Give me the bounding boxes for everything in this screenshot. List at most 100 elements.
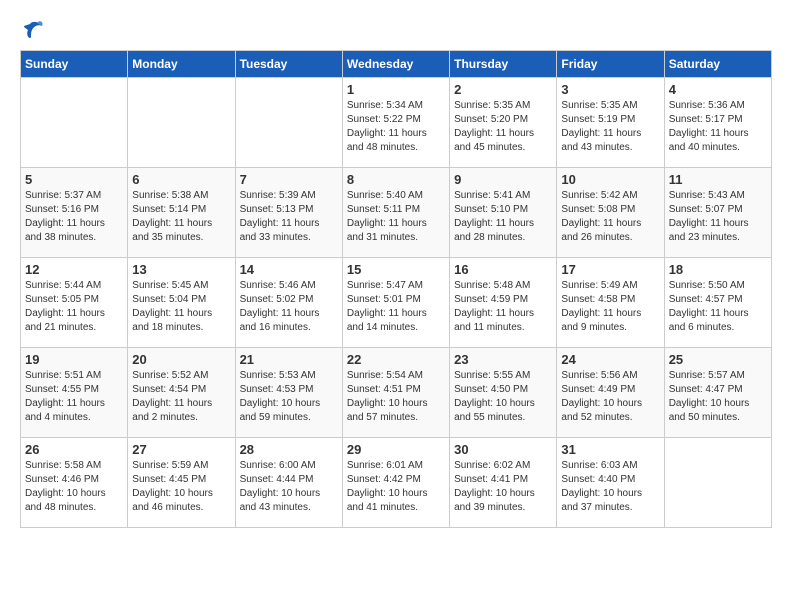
day-number: 2: [454, 82, 552, 97]
calendar-week-4: 19 Sunrise: 5:51 AM Sunset: 4:55 PM Dayli…: [21, 348, 772, 438]
calendar-cell: 20Sunrise: 5:52 AM Sunset: 4:54 PM Dayli…: [128, 348, 235, 438]
day-info: Sunrise: 5:34 AM Sunset: 5:22 PM Dayligh…: [347, 99, 445, 155]
calendar-cell: 31 Sunrise: 6:03 AM Sunset: 4:40 PM Dayli…: [557, 438, 664, 528]
day-number: 29: [347, 442, 445, 457]
day-number: 26: [25, 442, 123, 457]
calendar-cell: 12 Sunrise: 5:44 AM Sunset: 5:05 PM Dayli…: [21, 258, 128, 348]
day-info: Sunrise: 5:36 AM Sunset: 5:17 PM Dayligh…: [669, 99, 767, 155]
day-info: Sunrise: 5:47 AM Sunset: 5:01 PM Dayligh…: [347, 279, 445, 335]
day-number: 4: [669, 82, 767, 97]
calendar-cell: [21, 78, 128, 168]
day-info: Sunrise: 5:52 AM Sunset: 4:54 PM Dayligh…: [132, 369, 230, 425]
calendar-cell: 6 Sunrise: 5:38 AM Sunset: 5:14 PM Daylig…: [128, 168, 235, 258]
calendar-cell: 11 Sunrise: 5:43 AM Sunset: 5:07 PM Dayli…: [664, 168, 771, 258]
calendar-week-1: 1 Sunrise: 5:34 AM Sunset: 5:22 PM Daylig…: [21, 78, 772, 168]
day-info: Sunrise: 5:56 AM Sunset: 4:49 PM Dayligh…: [561, 369, 659, 425]
calendar-cell: 5Sunrise: 5:37 AM Sunset: 5:16 PM Daylig…: [21, 168, 128, 258]
day-info: Sunrise: 5:54 AM Sunset: 4:51 PM Dayligh…: [347, 369, 445, 425]
day-number: 27: [132, 442, 230, 457]
day-info: Sunrise: 5:58 AM Sunset: 4:46 PM Dayligh…: [25, 459, 123, 515]
day-info: Sunrise: 5:35 AM Sunset: 5:19 PM Dayligh…: [561, 99, 659, 155]
calendar-cell: 1 Sunrise: 5:34 AM Sunset: 5:22 PM Daylig…: [342, 78, 449, 168]
calendar-cell: 10 Sunrise: 5:42 AM Sunset: 5:08 PM Dayli…: [557, 168, 664, 258]
day-number: 18: [669, 262, 767, 277]
calendar-cell: 27Sunrise: 5:59 AM Sunset: 4:45 PM Dayli…: [128, 438, 235, 528]
day-info: Sunrise: 5:45 AM Sunset: 5:04 PM Dayligh…: [132, 279, 230, 335]
day-number: 8: [347, 172, 445, 187]
calendar-cell: 28 Sunrise: 6:00 AM Sunset: 4:44 PM Dayli…: [235, 438, 342, 528]
calendar-cell: 9Sunrise: 5:41 AM Sunset: 5:10 PM Daylig…: [450, 168, 557, 258]
day-number: 15: [347, 262, 445, 277]
day-number: 22: [347, 352, 445, 367]
day-info: Sunrise: 6:01 AM Sunset: 4:42 PM Dayligh…: [347, 459, 445, 515]
calendar-week-3: 12 Sunrise: 5:44 AM Sunset: 5:05 PM Dayli…: [21, 258, 772, 348]
calendar-cell: 16 Sunrise: 5:48 AM Sunset: 4:59 PM Dayli…: [450, 258, 557, 348]
day-number: 6: [132, 172, 230, 187]
day-number: 28: [240, 442, 338, 457]
calendar-cell: 26 Sunrise: 5:58 AM Sunset: 4:46 PM Dayli…: [21, 438, 128, 528]
calendar-week-5: 26 Sunrise: 5:58 AM Sunset: 4:46 PM Dayli…: [21, 438, 772, 528]
calendar-cell: 4 Sunrise: 5:36 AM Sunset: 5:17 PM Daylig…: [664, 78, 771, 168]
calendar-cell: 15 Sunrise: 5:47 AM Sunset: 5:01 PM Dayli…: [342, 258, 449, 348]
day-number: 24: [561, 352, 659, 367]
day-info: Sunrise: 5:57 AM Sunset: 4:47 PM Dayligh…: [669, 369, 767, 425]
day-info: Sunrise: 5:38 AM Sunset: 5:14 PM Dayligh…: [132, 189, 230, 245]
day-number: 1: [347, 82, 445, 97]
calendar-cell: [235, 78, 342, 168]
day-number: 11: [669, 172, 767, 187]
calendar-cell: 2 Sunrise: 5:35 AM Sunset: 5:20 PM Daylig…: [450, 78, 557, 168]
day-info: Sunrise: 5:53 AM Sunset: 4:53 PM Dayligh…: [240, 369, 338, 425]
day-number: 7: [240, 172, 338, 187]
day-number: 23: [454, 352, 552, 367]
day-number: 19: [25, 352, 123, 367]
calendar-cell: 18 Sunrise: 5:50 AM Sunset: 4:57 PM Dayli…: [664, 258, 771, 348]
calendar-cell: 29 Sunrise: 6:01 AM Sunset: 4:42 PM Dayli…: [342, 438, 449, 528]
logo-bird-icon: [22, 20, 44, 40]
weekday-header-thursday: Thursday: [450, 51, 557, 78]
day-number: 14: [240, 262, 338, 277]
calendar-cell: [664, 438, 771, 528]
calendar-cell: 13 Sunrise: 5:45 AM Sunset: 5:04 PM Dayli…: [128, 258, 235, 348]
day-number: 16: [454, 262, 552, 277]
calendar-cell: 17Sunrise: 5:49 AM Sunset: 4:58 PM Dayli…: [557, 258, 664, 348]
day-info: Sunrise: 5:42 AM Sunset: 5:08 PM Dayligh…: [561, 189, 659, 245]
day-number: 12: [25, 262, 123, 277]
day-info: Sunrise: 5:35 AM Sunset: 5:20 PM Dayligh…: [454, 99, 552, 155]
day-info: Sunrise: 5:43 AM Sunset: 5:07 PM Dayligh…: [669, 189, 767, 245]
day-info: Sunrise: 5:46 AM Sunset: 5:02 PM Dayligh…: [240, 279, 338, 335]
weekday-header-sunday: Sunday: [21, 51, 128, 78]
day-info: Sunrise: 5:44 AM Sunset: 5:05 PM Dayligh…: [25, 279, 123, 335]
calendar-cell: 3 Sunrise: 5:35 AM Sunset: 5:19 PM Daylig…: [557, 78, 664, 168]
weekday-header-monday: Monday: [128, 51, 235, 78]
day-info: Sunrise: 5:55 AM Sunset: 4:50 PM Dayligh…: [454, 369, 552, 425]
day-number: 30: [454, 442, 552, 457]
day-number: 10: [561, 172, 659, 187]
calendar-cell: 22 Sunrise: 5:54 AM Sunset: 4:51 PM Dayli…: [342, 348, 449, 438]
day-info: Sunrise: 5:48 AM Sunset: 4:59 PM Dayligh…: [454, 279, 552, 335]
day-info: Sunrise: 6:00 AM Sunset: 4:44 PM Dayligh…: [240, 459, 338, 515]
day-number: 31: [561, 442, 659, 457]
day-info: Sunrise: 5:50 AM Sunset: 4:57 PM Dayligh…: [669, 279, 767, 335]
day-number: 25: [669, 352, 767, 367]
weekday-header-tuesday: Tuesday: [235, 51, 342, 78]
day-info: Sunrise: 5:51 AM Sunset: 4:55 PM Dayligh…: [25, 369, 123, 425]
day-number: 17: [561, 262, 659, 277]
calendar-cell: 24 Sunrise: 5:56 AM Sunset: 4:49 PM Dayli…: [557, 348, 664, 438]
calendar-cell: 19 Sunrise: 5:51 AM Sunset: 4:55 PM Dayli…: [21, 348, 128, 438]
calendar-week-2: 5Sunrise: 5:37 AM Sunset: 5:16 PM Daylig…: [21, 168, 772, 258]
calendar-cell: 25 Sunrise: 5:57 AM Sunset: 4:47 PM Dayli…: [664, 348, 771, 438]
day-number: 5: [25, 172, 123, 187]
header-row: SundayMondayTuesdayWednesdayThursdayFrid…: [21, 51, 772, 78]
weekday-header-wednesday: Wednesday: [342, 51, 449, 78]
day-number: 21: [240, 352, 338, 367]
day-info: Sunrise: 6:02 AM Sunset: 4:41 PM Dayligh…: [454, 459, 552, 515]
day-info: Sunrise: 6:03 AM Sunset: 4:40 PM Dayligh…: [561, 459, 659, 515]
day-number: 3: [561, 82, 659, 97]
calendar-cell: 23 Sunrise: 5:55 AM Sunset: 4:50 PM Dayli…: [450, 348, 557, 438]
weekday-header-saturday: Saturday: [664, 51, 771, 78]
calendar-cell: 21 Sunrise: 5:53 AM Sunset: 4:53 PM Dayli…: [235, 348, 342, 438]
calendar-cell: 14 Sunrise: 5:46 AM Sunset: 5:02 PM Dayli…: [235, 258, 342, 348]
day-info: Sunrise: 5:41 AM Sunset: 5:10 PM Dayligh…: [454, 189, 552, 245]
day-number: 13: [132, 262, 230, 277]
day-info: Sunrise: 5:39 AM Sunset: 5:13 PM Dayligh…: [240, 189, 338, 245]
